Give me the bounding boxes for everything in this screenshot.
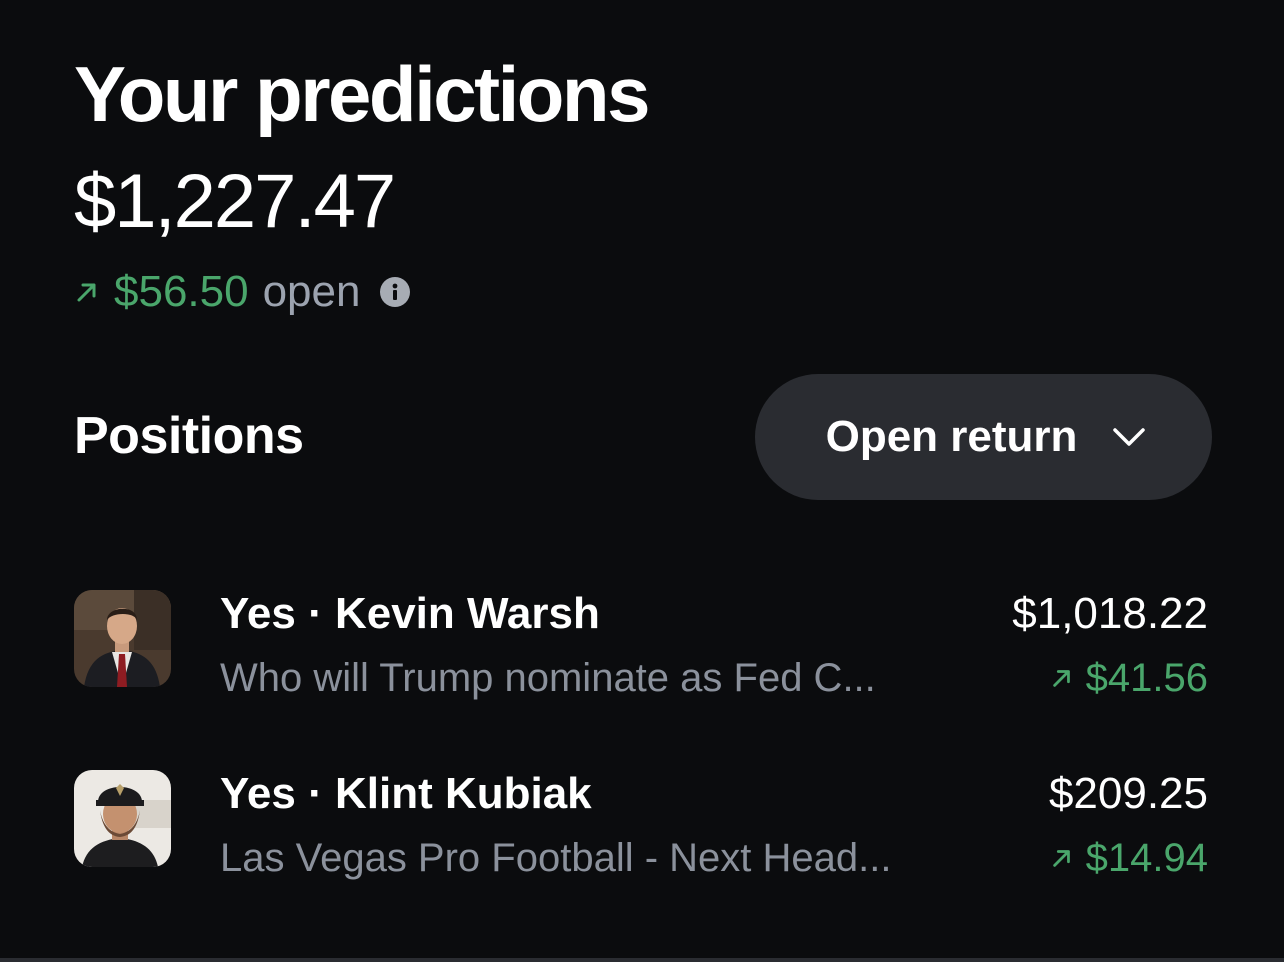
chevron-down-icon xyxy=(1111,426,1147,448)
position-change-amount: $14.94 xyxy=(1085,836,1208,880)
position-row[interactable]: Yes · Klint Kubiak Las Vegas Pro Footbal… xyxy=(74,769,1208,882)
position-change: $14.94 xyxy=(1050,834,1208,882)
portfolio-total-value: $1,227.47 xyxy=(74,159,396,244)
position-change: $41.56 xyxy=(1050,654,1208,702)
arrow-up-right-icon xyxy=(74,279,100,305)
open-return-amount: $56.50 xyxy=(114,267,249,316)
open-return-summary: $56.50 open xyxy=(74,264,411,320)
avatar-kevin-warsh xyxy=(74,590,171,687)
open-return-label: open xyxy=(262,267,361,316)
position-title: Yes · Klint Kubiak xyxy=(220,769,592,818)
positions-title: Positions xyxy=(74,407,304,465)
position-value: $209.25 xyxy=(1048,769,1208,818)
bottom-divider xyxy=(0,958,1284,962)
sort-dropdown-button[interactable]: Open return xyxy=(755,374,1212,500)
position-title: Yes · Kevin Warsh xyxy=(220,589,600,638)
position-change-amount: $41.56 xyxy=(1085,656,1208,700)
avatar-klint-kubiak xyxy=(74,770,171,867)
position-market: Las Vegas Pro Football - Next Head... xyxy=(220,836,892,880)
position-market: Who will Trump nominate as Fed C... xyxy=(220,656,876,700)
sort-dropdown-label: Open return xyxy=(825,412,1078,461)
info-icon[interactable] xyxy=(380,277,411,307)
position-value: $1,018.22 xyxy=(1012,589,1208,638)
page-title: Your predictions xyxy=(74,50,650,138)
arrow-up-right-icon xyxy=(1050,666,1074,690)
arrow-up-right-icon xyxy=(1050,846,1074,870)
position-row[interactable]: Yes · Kevin Warsh Who will Trump nominat… xyxy=(74,589,1208,702)
